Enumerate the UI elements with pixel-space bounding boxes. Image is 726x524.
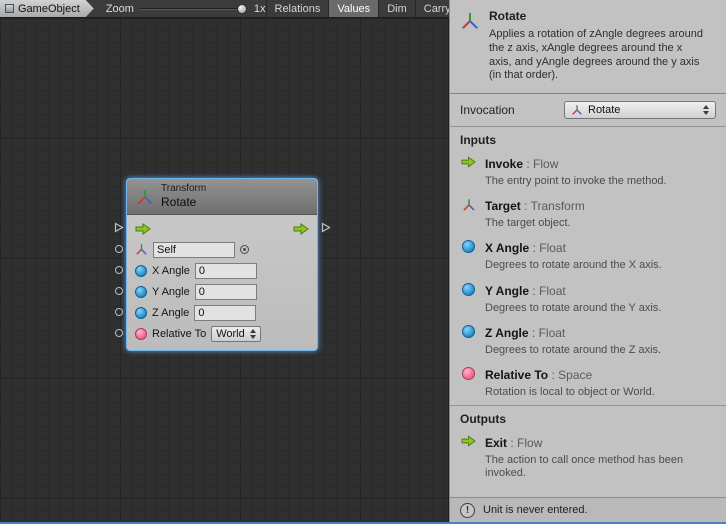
float-port-icon	[460, 239, 477, 272]
target-input-port[interactable]	[115, 245, 123, 253]
transform-axes-icon	[460, 11, 480, 31]
float-port-icon	[135, 286, 147, 298]
exit-flow-arrow-icon[interactable]	[293, 223, 309, 235]
input-entry-invoke: Invoke : Flow The entry point to invoke …	[450, 152, 726, 194]
relations-button[interactable]: Relations	[266, 0, 329, 17]
invocation-value: Rotate	[588, 104, 620, 116]
breadcrumb-label: GameObject	[18, 3, 80, 15]
y-angle-row: Y Angle	[135, 281, 309, 302]
y-angle-input[interactable]	[195, 284, 257, 300]
x-angle-input-port[interactable]	[115, 266, 123, 274]
z-angle-row: Z Angle	[135, 302, 309, 323]
dropdown-arrows-icon	[703, 105, 709, 115]
y-angle-input-port[interactable]	[115, 287, 123, 295]
breadcrumb[interactable]: GameObject	[0, 0, 94, 17]
float-port-icon	[460, 324, 477, 357]
invocation-row: Invocation Rotate	[450, 94, 726, 126]
relative-to-input-port[interactable]	[115, 329, 123, 337]
node-subtitle: Rotate	[161, 195, 206, 209]
dim-button[interactable]: Dim	[378, 0, 415, 17]
x-angle-label: X Angle	[152, 265, 190, 277]
float-port-icon	[135, 307, 147, 319]
gameobject-icon	[5, 4, 14, 13]
input-entry-target: Target : Transform The target object.	[450, 194, 726, 236]
rotate-node[interactable]: Transform Rotate	[126, 178, 318, 351]
graph-area: GameObject Zoom 1x Relations Values Dim …	[0, 0, 449, 522]
node-header-text: Transform Rotate	[161, 183, 206, 209]
inputs-section-header: Inputs	[450, 126, 726, 152]
flow-input-port[interactable]	[114, 222, 124, 233]
transform-axes-icon	[135, 243, 148, 256]
warning-icon: !	[460, 503, 475, 518]
x-angle-row: X Angle	[135, 260, 309, 281]
relative-to-label: Relative To	[152, 328, 206, 340]
warning-bar: ! Unit is never entered.	[450, 497, 726, 522]
relative-to-value: World	[216, 328, 245, 340]
enum-port-icon	[460, 366, 477, 399]
graph-toolbar: GameObject Zoom 1x Relations Values Dim …	[0, 0, 448, 18]
graph-canvas[interactable]: Transform Rotate	[0, 18, 448, 522]
invocation-dropdown[interactable]: Rotate	[564, 101, 716, 119]
zoom-control: Zoom 1x	[106, 0, 266, 17]
input-entry-z-angle: Z Angle : Float Degrees to rotate around…	[450, 321, 726, 363]
warning-text: Unit is never entered.	[483, 504, 588, 516]
dropdown-arrows-icon	[250, 329, 256, 339]
z-angle-input-port[interactable]	[115, 308, 123, 316]
input-entry-y-angle: Y Angle : Float Degrees to rotate around…	[450, 279, 726, 321]
float-port-icon	[135, 265, 147, 277]
node-body: X Angle Y Angle Z Angle	[127, 215, 317, 350]
values-button[interactable]: Values	[328, 0, 378, 17]
bolt-editor-window: GameObject Zoom 1x Relations Values Dim …	[0, 0, 726, 524]
rotate-node-wrapper: Transform Rotate	[112, 178, 332, 351]
inspector-header-text: Rotate Applies a rotation of zAngle degr…	[489, 9, 704, 83]
zoom-slider[interactable]	[140, 0, 248, 18]
enum-port-icon	[135, 328, 147, 340]
inspector-panel: Rotate Applies a rotation of zAngle degr…	[449, 0, 726, 522]
self-target-field[interactable]	[153, 242, 235, 258]
zoom-slider-knob[interactable]	[237, 4, 247, 14]
flow-arrow-icon	[460, 434, 477, 480]
target-picker-icon[interactable]	[240, 245, 249, 254]
toolbar-toggle-group: Relations Values Dim Carry	[266, 0, 459, 17]
inspector-header: Rotate Applies a rotation of zAngle degr…	[450, 0, 726, 94]
z-angle-label: Z Angle	[152, 307, 189, 319]
inspector-description: Applies a rotation of zAngle degrees aro…	[489, 28, 704, 83]
inspector-title: Rotate	[489, 9, 704, 23]
z-angle-input[interactable]	[194, 305, 256, 321]
flow-row	[135, 218, 309, 239]
flow-output-port[interactable]	[321, 222, 331, 233]
self-row	[135, 239, 309, 260]
flow-arrow-icon	[460, 155, 477, 188]
outputs-section-header: Outputs	[450, 405, 726, 431]
zoom-value: 1x	[254, 3, 266, 15]
zoom-slider-track	[140, 8, 248, 10]
transform-axes-icon	[136, 188, 154, 206]
invoke-flow-arrow-icon[interactable]	[135, 223, 151, 235]
transform-axes-icon	[571, 104, 583, 116]
output-entry-exit: Exit : Flow The action to call once meth…	[450, 431, 726, 486]
float-port-icon	[460, 282, 477, 315]
relative-to-row: Relative To World	[135, 323, 309, 344]
y-angle-label: Y Angle	[152, 286, 190, 298]
inspector-spacer	[450, 487, 726, 498]
input-entry-relative-to: Relative To : Space Rotation is local to…	[450, 363, 726, 405]
node-header[interactable]: Transform Rotate	[127, 179, 317, 215]
input-entry-x-angle: X Angle : Float Degrees to rotate around…	[450, 236, 726, 278]
node-title: Transform	[161, 183, 206, 195]
x-angle-input[interactable]	[195, 263, 257, 279]
relative-to-dropdown[interactable]: World	[211, 326, 261, 342]
invocation-label: Invocation	[460, 103, 515, 117]
zoom-label: Zoom	[106, 3, 134, 15]
transform-axes-icon	[460, 197, 477, 230]
